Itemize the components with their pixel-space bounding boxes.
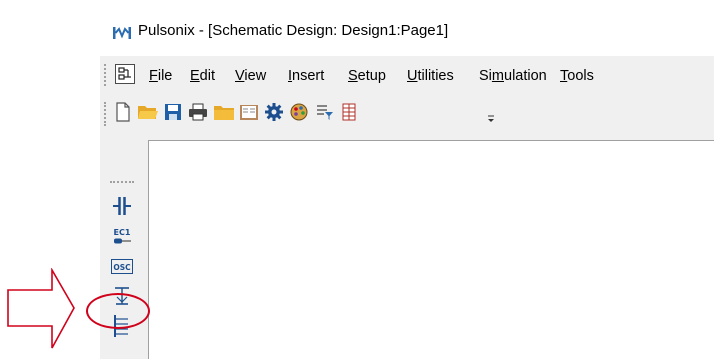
menu-edit[interactable]: Edit bbox=[190, 68, 215, 84]
menu-file[interactable]: File bbox=[149, 68, 172, 84]
osc-label: OSC bbox=[113, 262, 131, 272]
filter-icon[interactable] bbox=[313, 100, 335, 124]
ec1-component-icon[interactable]: EC1 bbox=[109, 224, 135, 248]
menu-tools[interactable]: Tools bbox=[560, 68, 594, 84]
print-icon[interactable] bbox=[187, 100, 209, 124]
menu-simulation[interactable]: Simulation bbox=[479, 68, 547, 84]
folder-icon[interactable] bbox=[213, 100, 235, 124]
document-control-icon[interactable] bbox=[115, 64, 135, 84]
highlight-ellipse bbox=[86, 293, 150, 329]
title-bar: Pulsonix - [Schematic Design: Design1:Pa… bbox=[100, 0, 714, 56]
toolbar-overflow-chevron-icon[interactable] bbox=[487, 106, 495, 124]
pulsonix-logo-icon bbox=[113, 27, 131, 39]
osc-box: OSC bbox=[111, 258, 133, 274]
callout-arrow-icon bbox=[7, 268, 75, 349]
book-icon[interactable] bbox=[238, 100, 260, 124]
library-grid-icon[interactable] bbox=[338, 100, 360, 124]
ec1-label: EC1 bbox=[113, 227, 131, 237]
menu-setup[interactable]: Setup bbox=[348, 68, 386, 84]
menubar-grip[interactable] bbox=[104, 64, 108, 86]
window-title: Pulsonix - [Schematic Design: Design1:Pa… bbox=[138, 22, 449, 39]
toolbar-grip[interactable] bbox=[104, 102, 108, 126]
osc-component-icon[interactable]: OSC bbox=[109, 254, 135, 278]
schematic-canvas[interactable] bbox=[148, 140, 714, 359]
open-folder-icon[interactable] bbox=[137, 100, 159, 124]
menu-view[interactable]: View bbox=[235, 68, 266, 84]
menu-utilities[interactable]: Utilities bbox=[407, 68, 454, 84]
standard-toolbar bbox=[100, 94, 714, 134]
sidebar-grip[interactable] bbox=[110, 181, 134, 183]
menu-bar: File Edit View Insert Setup Utilities Si… bbox=[100, 56, 714, 94]
save-disk-icon[interactable] bbox=[162, 100, 184, 124]
component-toolbar: EC1 OSC bbox=[104, 178, 142, 359]
capacitor-icon[interactable] bbox=[109, 194, 135, 218]
color-palette-icon[interactable] bbox=[288, 100, 310, 124]
settings-gear-icon[interactable] bbox=[263, 100, 285, 124]
menu-insert[interactable]: Insert bbox=[288, 68, 324, 84]
new-document-icon[interactable] bbox=[112, 100, 134, 124]
pulsonix-window: Pulsonix - [Schematic Design: Design1:Pa… bbox=[100, 0, 714, 359]
